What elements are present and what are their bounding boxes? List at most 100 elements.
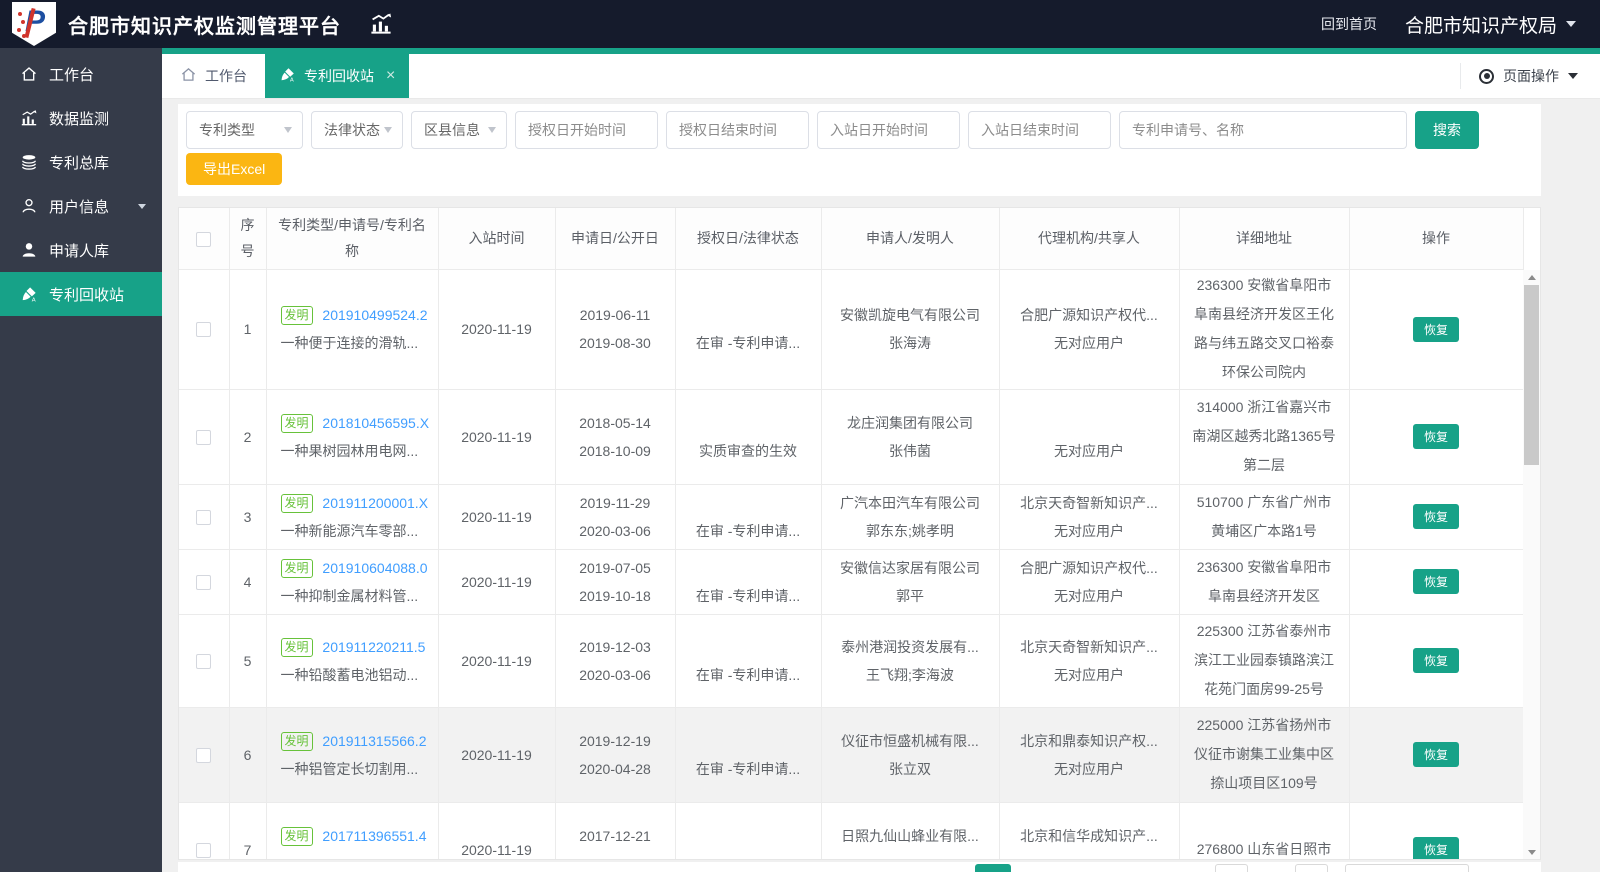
legal-status-select[interactable]: 法律状态	[311, 111, 403, 149]
pagination-active-page[interactable]	[975, 864, 1011, 872]
grant-end-date-input[interactable]	[666, 111, 809, 149]
applicant: 广汽本田汽车有限公司	[840, 494, 980, 511]
table-row: 1 发明 201910499524.2 一种便于连接的滑轨... 2020-11…	[179, 269, 1524, 390]
patent-type-badge: 发明	[280, 493, 313, 513]
grant-date	[676, 301, 821, 329]
patent-type-badge: 发明	[280, 306, 313, 325]
entry-end-date-input[interactable]	[968, 111, 1111, 149]
scroll-down-icon[interactable]	[1523, 845, 1540, 859]
restore-button[interactable]: 恢复	[1412, 569, 1459, 594]
patent-type-badge: 发明	[280, 731, 313, 751]
grant-start-date-input[interactable]	[515, 111, 658, 149]
legal-status: 在审 -专利申请...	[695, 335, 801, 351]
inventor: 王飞翔;李海波	[866, 666, 954, 683]
entry-date: 2020-11-19	[438, 484, 556, 550]
row-checkbox[interactable]	[196, 842, 212, 858]
tab-bar: 工作台 A 专利回收站 × 页面操作	[162, 54, 1600, 99]
column-header: 操作	[1349, 208, 1524, 270]
patent-number-link[interactable]: 201910499524.2	[322, 307, 427, 323]
agency: 北京天奇智新知识产...	[1020, 494, 1158, 511]
column-header: 申请人/发明人	[821, 208, 1000, 270]
patent-number-link[interactable]: 201911315566.2	[322, 733, 426, 749]
row-checkbox[interactable]	[196, 509, 212, 525]
patent-search-input[interactable]	[1119, 111, 1407, 149]
scroll-up-icon[interactable]	[1523, 270, 1540, 284]
restore-button[interactable]: 恢复	[1412, 742, 1459, 767]
row-checkbox[interactable]	[196, 747, 212, 763]
database-icon	[20, 153, 38, 171]
restore-button[interactable]: 恢复	[1412, 648, 1459, 673]
grant-date	[676, 822, 821, 850]
entry-date: 2020-11-19	[438, 707, 556, 803]
apply-date: 2018-05-14	[579, 414, 651, 431]
sidebar-item-data-monitor[interactable]: 数据监测	[0, 96, 162, 140]
app: P 合肥市知识产权监测管理平台 回到首页 合肥市知识产权局 工作台 数据监测 专…	[0, 0, 1600, 872]
patent-number-link[interactable]: 201810456595.X	[322, 415, 429, 431]
legal-status: 在审 -专利申请...	[695, 587, 801, 604]
restore-button[interactable]: 恢复	[1412, 424, 1459, 449]
inventor: 张伟菌	[889, 442, 931, 459]
back-home-link[interactable]: 回到首页	[1321, 14, 1377, 34]
sidebar-item-applicant-database[interactable]: 申请人库	[0, 228, 162, 272]
row-checkbox[interactable]	[196, 574, 212, 590]
district-select[interactable]: 区县信息	[411, 111, 507, 149]
sidebar-item-patent-database[interactable]: 专利总库	[0, 140, 162, 184]
entry-date: 2020-11-19	[438, 614, 556, 708]
pagination-button[interactable]	[1215, 864, 1248, 872]
row-index: 4	[229, 549, 267, 615]
row-index: 3	[229, 484, 267, 550]
chart-icon	[20, 109, 38, 127]
patent-type-badge: 发明	[280, 558, 313, 578]
sidebar-item-user-info[interactable]: 用户信息	[0, 184, 162, 228]
page-actions-dropdown[interactable]: 页面操作	[1479, 66, 1578, 86]
publish-date: 2019-08-30	[579, 335, 651, 351]
restore-button[interactable]: 恢复	[1412, 316, 1459, 342]
sharer: 无对应用户	[1054, 442, 1124, 459]
patent-type-select[interactable]: 专利类型	[186, 111, 303, 149]
select-all-checkbox[interactable]	[196, 232, 212, 248]
page-size-select[interactable]	[1345, 864, 1469, 872]
patent-number-link[interactable]: 201910604088.0	[322, 560, 427, 576]
entry-date: 2020-11-19	[438, 802, 556, 859]
row-checkbox[interactable]	[196, 653, 212, 669]
column-header: 授权日/法律状态	[675, 208, 822, 270]
legal-status: 在审 -专利申请...	[695, 760, 801, 777]
row-checkbox[interactable]	[196, 322, 212, 338]
patent-name: 一种新能源汽车零部...	[280, 522, 419, 539]
close-icon[interactable]: ×	[386, 68, 395, 84]
restore-button[interactable]: 恢复	[1412, 837, 1459, 859]
org-dropdown[interactable]: 合肥市知识产权局	[1405, 11, 1576, 38]
row-index: 1	[229, 269, 267, 390]
patent-number-link[interactable]: 201911200001.X	[322, 495, 428, 511]
apply-date: 2017-12-21	[579, 827, 651, 844]
agency: 北京天奇智新知识产...	[1020, 638, 1158, 655]
address: 225300 江苏省泰州市滨江工业园泰镇路滨江花苑门面房99-25号	[1179, 614, 1350, 708]
sidebar-item-patent-recycle-bin[interactable]: A 专利回收站	[0, 272, 162, 316]
home-icon	[180, 66, 197, 86]
scrollbar-thumb[interactable]	[1524, 285, 1539, 465]
agency	[1000, 409, 1179, 437]
publish-date: 2019-10-18	[579, 587, 651, 604]
apply-date: 2019-07-05	[579, 559, 651, 576]
tab-patent-recycle-bin[interactable]: A 专利回收站 ×	[265, 54, 410, 98]
row-index: 6	[229, 707, 267, 803]
sharer	[1000, 850, 1179, 860]
applicant: 日照九仙山蜂业有限...	[841, 827, 979, 844]
apply-date: 2019-06-11	[579, 307, 651, 323]
export-excel-button[interactable]: 导出Excel	[186, 153, 283, 185]
chevron-down-icon	[384, 127, 392, 133]
row-checkbox[interactable]	[196, 429, 212, 445]
inventor: 郭平	[896, 587, 924, 604]
pagination-button[interactable]	[1295, 864, 1328, 872]
tab-workbench[interactable]: 工作台	[162, 54, 265, 98]
main-content: 工作台 A 专利回收站 × 页面操作 专利类型 法律状态 区县信息 授权日开始时…	[162, 48, 1600, 872]
entry-start-date-input[interactable]	[817, 111, 960, 149]
patent-number-link[interactable]: 201911220211.5	[322, 639, 425, 655]
table-row: 6 发明 201911315566.2 一种铝管定长切割用... 2020-11…	[179, 707, 1524, 803]
column-header: 申请日/公开日	[555, 208, 676, 270]
search-button[interactable]: 搜索	[1415, 111, 1479, 149]
restore-button[interactable]: 恢复	[1412, 504, 1459, 529]
patent-number-link[interactable]: 201711396551.4	[322, 828, 426, 844]
table-scrollbar[interactable]	[1523, 270, 1540, 859]
sidebar-item-workbench[interactable]: 工作台	[0, 52, 162, 96]
